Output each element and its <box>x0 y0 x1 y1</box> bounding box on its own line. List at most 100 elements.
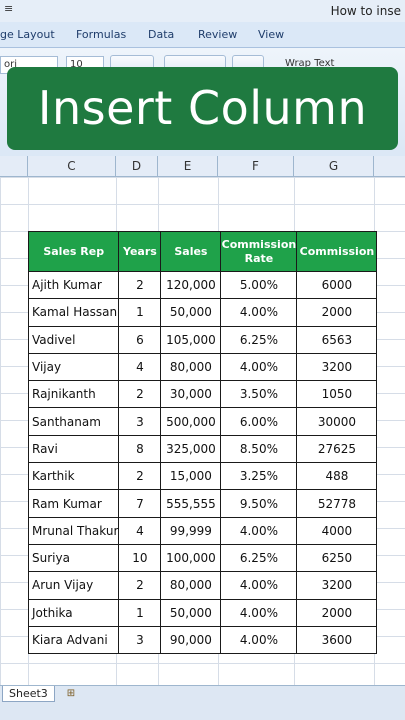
cell-commission[interactable]: 6250 <box>296 543 378 573</box>
cell-commission-rate[interactable]: 6.00% <box>220 407 298 436</box>
cell-commission[interactable]: 27625 <box>296 434 378 464</box>
cell-sales[interactable]: 325,000 <box>160 434 222 464</box>
cell-sales[interactable]: 99,999 <box>160 516 222 545</box>
cell-sales-rep[interactable]: Kiara Advani <box>27 625 120 655</box>
sheet-tab-active[interactable]: Sheet3 <box>2 686 55 702</box>
cell-commission-rate[interactable]: 4.00% <box>220 298 298 327</box>
cell-sales[interactable]: 50,000 <box>160 298 222 327</box>
insert-sheet-icon[interactable]: ⊞ <box>62 687 80 700</box>
cell-sales-rep[interactable]: Kamal Hassan <box>27 298 120 327</box>
column-header-strip: C D E F G <box>0 156 405 177</box>
cell-commission-rate[interactable]: 8.50% <box>220 434 298 464</box>
sales-table: Sales Rep Years Sales Commission Rate Co… <box>27 231 378 655</box>
table-row: Santhanam 3 500,000 6.00% 30000 <box>27 407 378 436</box>
cell-sales-rep[interactable]: Rajnikanth <box>27 380 120 409</box>
cell-years[interactable]: 2 <box>118 462 162 491</box>
table-row: Jothika 1 50,000 4.00% 2000 <box>27 598 378 627</box>
cell-sales[interactable]: 80,000 <box>160 352 222 382</box>
tab-page-layout[interactable]: ge Layout <box>0 28 55 41</box>
cell-commission[interactable]: 2000 <box>296 598 378 627</box>
cell-years[interactable]: 7 <box>118 489 162 518</box>
table-row: Ajith Kumar 2 120,000 5.00% 6000 <box>27 270 378 300</box>
cell-commission[interactable]: 488 <box>296 462 378 491</box>
cell-commission-rate[interactable]: 3.25% <box>220 462 298 491</box>
cell-sales-rep[interactable]: Ram Kumar <box>27 489 120 518</box>
column-header-f[interactable]: F <box>218 156 294 177</box>
header-years[interactable]: Years <box>118 231 162 272</box>
cell-commission[interactable]: 6000 <box>296 270 378 300</box>
cell-commission[interactable]: 1050 <box>296 380 378 409</box>
cell-years[interactable]: 1 <box>118 298 162 327</box>
cell-years[interactable]: 2 <box>118 380 162 409</box>
cell-sales-rep[interactable]: Santhanam <box>27 407 120 436</box>
cell-sales-rep[interactable]: Suriya <box>27 543 120 573</box>
cell-years[interactable]: 6 <box>118 325 162 354</box>
table-row: Mrunal Thakur 4 99,999 4.00% 4000 <box>27 516 378 545</box>
tab-data[interactable]: Data <box>148 28 174 41</box>
cell-commission[interactable]: 3200 <box>296 352 378 382</box>
title-bar: ≡ How to inse <box>0 0 405 22</box>
quick-access-icon[interactable]: ≡ <box>4 2 13 15</box>
cell-commission[interactable]: 30000 <box>296 407 378 436</box>
cell-years[interactable]: 8 <box>118 434 162 464</box>
cell-commission-rate[interactable]: 4.00% <box>220 516 298 545</box>
cell-sales-rep[interactable]: Ajith Kumar <box>27 270 120 300</box>
cell-years[interactable]: 4 <box>118 352 162 382</box>
cell-years[interactable]: 4 <box>118 516 162 545</box>
column-header-g[interactable]: G <box>294 156 374 177</box>
cell-commission-rate[interactable]: 9.50% <box>220 489 298 518</box>
tab-review[interactable]: Review <box>198 28 237 41</box>
cell-commission[interactable]: 6563 <box>296 325 378 354</box>
header-sales[interactable]: Sales <box>160 231 222 272</box>
cell-sales-rep[interactable]: Jothika <box>27 598 120 627</box>
cell-years[interactable]: 1 <box>118 598 162 627</box>
cell-sales-rep[interactable]: Vijay <box>27 352 120 382</box>
cell-sales[interactable]: 50,000 <box>160 598 222 627</box>
table-row: Kiara Advani 3 90,000 4.00% 3600 <box>27 625 378 655</box>
cell-sales[interactable]: 100,000 <box>160 543 222 573</box>
column-header-e[interactable]: E <box>158 156 218 177</box>
cell-sales-rep[interactable]: Arun Vijay <box>27 571 120 600</box>
cell-sales-rep[interactable]: Mrunal Thakur <box>27 516 120 545</box>
tab-view[interactable]: View <box>258 28 284 41</box>
cell-years[interactable]: 2 <box>118 270 162 300</box>
cell-sales[interactable]: 120,000 <box>160 270 222 300</box>
cell-sales[interactable]: 15,000 <box>160 462 222 491</box>
cell-sales[interactable]: 80,000 <box>160 571 222 600</box>
cell-commission-rate[interactable]: 3.50% <box>220 380 298 409</box>
cell-sales[interactable]: 105,000 <box>160 325 222 354</box>
cell-commission-rate[interactable]: 4.00% <box>220 625 298 655</box>
cell-commission[interactable]: 2000 <box>296 298 378 327</box>
column-header-d[interactable]: D <box>116 156 158 177</box>
table-row: Suriya 10 100,000 6.25% 6250 <box>27 543 378 573</box>
cell-years[interactable]: 10 <box>118 543 162 573</box>
table-row: Vijay 4 80,000 4.00% 3200 <box>27 352 378 382</box>
sheet-tab-bar: Sheet3 ⊞ <box>0 685 405 720</box>
cell-commission-rate[interactable]: 4.00% <box>220 598 298 627</box>
cell-sales[interactable]: 500,000 <box>160 407 222 436</box>
cell-commission-rate[interactable]: 6.25% <box>220 543 298 573</box>
column-header-b[interactable] <box>0 156 28 177</box>
cell-commission-rate[interactable]: 4.00% <box>220 352 298 382</box>
cell-commission-rate[interactable]: 5.00% <box>220 270 298 300</box>
cell-sales-rep[interactable]: Ravi <box>27 434 120 464</box>
header-commission[interactable]: Commission <box>296 231 378 272</box>
tab-formulas[interactable]: Formulas <box>76 28 126 41</box>
header-commission-rate[interactable]: Commission Rate <box>220 231 298 272</box>
cell-commission[interactable]: 4000 <box>296 516 378 545</box>
header-sales-rep[interactable]: Sales Rep <box>27 231 120 272</box>
cell-commission-rate[interactable]: 6.25% <box>220 325 298 354</box>
cell-commission-rate[interactable]: 4.00% <box>220 571 298 600</box>
column-header-c[interactable]: C <box>28 156 116 177</box>
cell-years[interactable]: 3 <box>118 625 162 655</box>
cell-commission[interactable]: 52778 <box>296 489 378 518</box>
cell-commission[interactable]: 3200 <box>296 571 378 600</box>
cell-sales[interactable]: 90,000 <box>160 625 222 655</box>
cell-sales-rep[interactable]: Karthik <box>27 462 120 491</box>
cell-sales[interactable]: 30,000 <box>160 380 222 409</box>
cell-years[interactable]: 3 <box>118 407 162 436</box>
cell-sales[interactable]: 555,555 <box>160 489 222 518</box>
cell-commission[interactable]: 3600 <box>296 625 378 655</box>
cell-sales-rep[interactable]: Vadivel <box>27 325 120 354</box>
cell-years[interactable]: 2 <box>118 571 162 600</box>
